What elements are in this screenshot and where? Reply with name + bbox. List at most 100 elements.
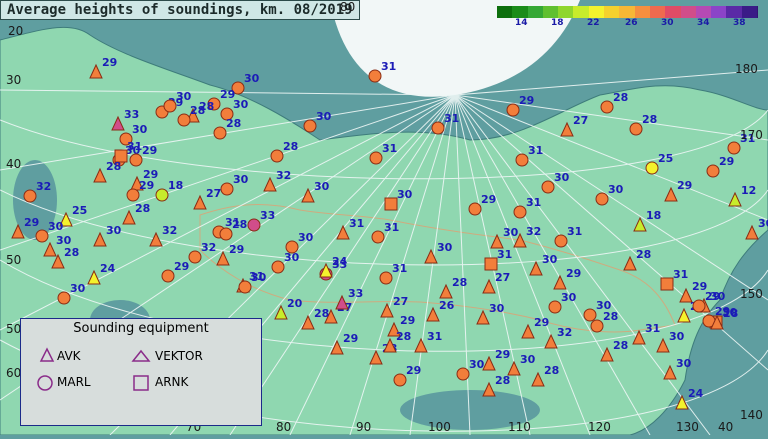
station-value-label: 30 — [596, 299, 612, 312]
scale-swatch — [634, 6, 651, 18]
station-value-label: 29 — [495, 348, 510, 361]
station-value-label: 28 — [544, 364, 559, 377]
station-marker — [213, 126, 227, 140]
grid-label-130: 130 — [676, 420, 699, 434]
station-marker — [515, 153, 529, 167]
station-value-label: 24 — [332, 255, 348, 268]
station-value-label: 28 — [636, 248, 651, 261]
station-value-label: 28 — [642, 113, 657, 126]
grid-label-80: 80 — [276, 420, 292, 434]
station-value-label: 30 — [233, 173, 249, 186]
station-marker — [506, 103, 520, 117]
station-value-label: 30 — [503, 226, 519, 239]
station-marker — [590, 319, 604, 333]
station-marker — [645, 161, 659, 175]
station-value-label: 30 — [70, 282, 86, 295]
station-value-label: 30 — [561, 291, 577, 304]
station-value-label: 32 — [557, 326, 572, 339]
station-value-label: 26 — [439, 299, 455, 312]
station-marker — [727, 141, 741, 155]
station-value-label: 32 — [201, 241, 216, 254]
station-value-label: 30 — [520, 353, 536, 366]
station-value-label: 31 — [127, 140, 142, 153]
station-value-label: 28 — [135, 202, 150, 215]
station-value-label: 30 — [554, 171, 570, 184]
station-value-label: 31 — [528, 144, 543, 157]
station-value-label: 29 — [519, 94, 534, 107]
station-value-label: 32 — [162, 224, 177, 237]
station-marker — [541, 180, 555, 194]
station-marker — [23, 189, 37, 203]
station-value-label: 29 — [102, 56, 117, 69]
map-container: 29 31 30 29 29 28 33 30 30 28 30 28 30 31 29 28 27 28 25 31… — [0, 0, 768, 436]
grid-label-180: 180 — [735, 62, 758, 76]
station-marker — [456, 367, 470, 381]
station-value-label: 30 — [132, 123, 148, 136]
station-value-label: 28 — [106, 160, 121, 173]
station-value-label: 28 — [226, 117, 241, 130]
grid-label-140: 140 — [740, 408, 763, 422]
station-value-label: 18 — [168, 179, 183, 192]
station-marker — [369, 151, 383, 165]
station-value-label: 30 — [669, 330, 685, 343]
station-marker — [629, 122, 643, 136]
legend-vektor-triangle-icon — [131, 349, 151, 362]
legend-arnk-label: ARNK — [155, 375, 189, 389]
grid-label-50: 50 — [6, 253, 22, 267]
station-marker — [220, 182, 234, 196]
station-value-label: 31 — [427, 330, 442, 343]
station-marker — [368, 69, 382, 83]
station-value-label: 30 — [437, 241, 453, 254]
station-marker — [57, 291, 71, 305]
grid-label-30: 30 — [6, 73, 22, 87]
scale-swatch — [680, 6, 697, 18]
station-value-label: 29 — [343, 332, 358, 345]
grid-label-110: 110 — [508, 420, 531, 434]
scale-label: 34 — [697, 18, 710, 28]
station-value-label: 27 — [206, 187, 221, 200]
legend-marl-circle-icon — [37, 375, 53, 391]
station-marker — [484, 257, 498, 271]
station-marker — [270, 149, 284, 163]
station-marker — [126, 188, 140, 202]
station-value-label: 30 — [316, 110, 332, 123]
station-value-label: 30 — [542, 253, 558, 266]
station-marker — [393, 373, 407, 387]
scale-label: 26 — [625, 18, 638, 28]
scale-swatch — [558, 6, 575, 18]
scale-swatch — [573, 6, 590, 18]
station-value-label: 18 — [646, 209, 661, 222]
station-marker — [431, 121, 445, 135]
station-marker — [548, 300, 562, 314]
station-value-label: 20 — [287, 297, 303, 310]
station-value-label: 29 — [719, 155, 734, 168]
station-value-label: 32 — [36, 180, 51, 193]
station-marker — [554, 234, 568, 248]
grid-label-120: 120 — [588, 420, 611, 434]
station-marker — [379, 271, 393, 285]
scale-swatch — [497, 6, 514, 18]
scale-label: 22 — [587, 18, 600, 28]
legend-avk-label: AVK — [57, 349, 81, 363]
station-value-label: 12 — [741, 184, 756, 197]
grid-label-50-west: 50 — [6, 322, 22, 336]
station-value-label: 31 — [384, 221, 399, 234]
station-value-label: 32 — [526, 225, 541, 238]
station-marker — [155, 188, 169, 202]
station-value-label: 28 — [283, 140, 298, 153]
station-value-label: 31 — [567, 225, 582, 238]
station-marker — [129, 153, 143, 167]
station-value-label: 28 — [723, 307, 738, 320]
station-value-label: 29 — [566, 267, 581, 280]
station-value-label: 31 — [382, 142, 397, 155]
grid-label-170: 170 — [740, 128, 763, 142]
legend-symbols — [37, 347, 151, 391]
grid-label-40-east: 40 — [718, 420, 734, 434]
station-marker — [35, 229, 49, 243]
legend: Sounding equipment AVK VEKTOR MARL ARNK — [20, 318, 262, 426]
station-marker — [271, 260, 285, 274]
station-value-label: 28 — [396, 330, 411, 343]
station-value-label: 28 — [495, 374, 510, 387]
station-value-label: 29 — [142, 144, 157, 157]
color-scale: 14 18 22 26 30 34 38 — [497, 6, 758, 32]
